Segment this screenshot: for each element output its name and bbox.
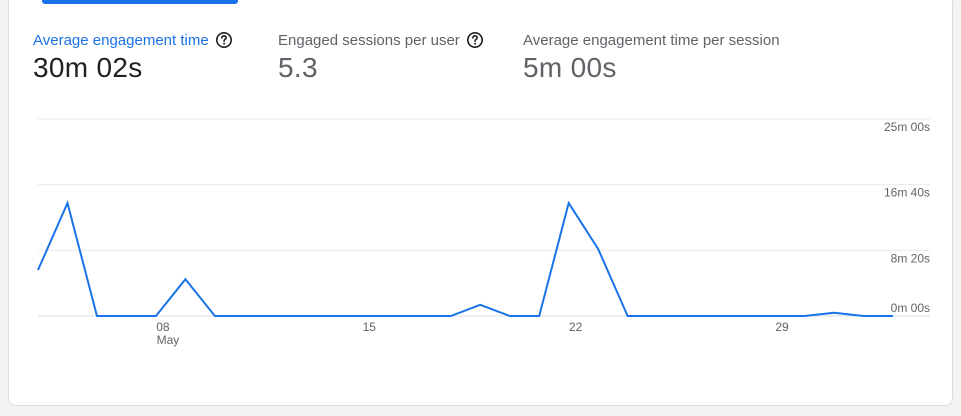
x-tick-label: 22 bbox=[569, 320, 583, 334]
x-tick-label: 15 bbox=[363, 320, 377, 334]
y-tick-label: 0m 00s bbox=[891, 301, 930, 315]
y-tick-label: 8m 20s bbox=[891, 251, 930, 265]
y-tick-label: 16m 40s bbox=[884, 186, 930, 200]
x-tick-label: 08 bbox=[156, 320, 170, 334]
engagement-line-chart: 0m 00s 8m 20s 16m 40s 25m 00s 08May 15 22 29 bbox=[37, 118, 930, 347]
x-tick-label: 29 bbox=[775, 320, 789, 334]
series-line bbox=[37, 200, 893, 317]
x-tick-sublabel: May bbox=[157, 333, 180, 347]
y-tick-label: 25m 00s bbox=[884, 120, 930, 134]
